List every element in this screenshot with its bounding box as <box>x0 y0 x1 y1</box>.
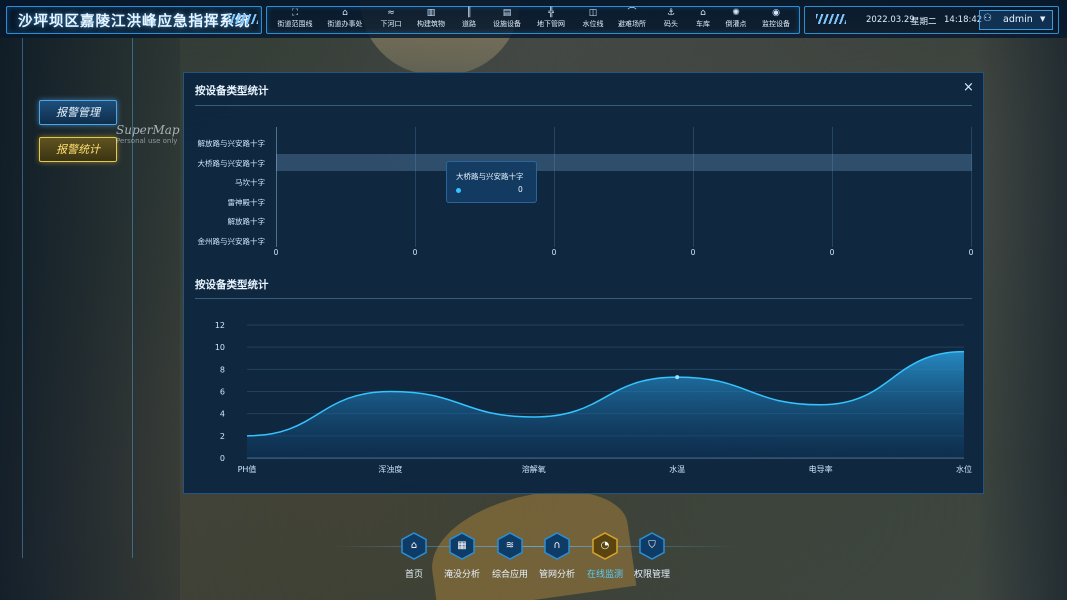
top-nav-label: 街道办事处 <box>327 20 363 28</box>
line-x-tick: 水位 <box>956 464 972 474</box>
map-shade-right <box>977 0 1067 600</box>
bar-x-tick: 0 <box>551 248 557 257</box>
hex-button[interactable]: ≋ <box>496 532 524 560</box>
bar-category-label: 马坎十字 <box>235 178 265 187</box>
pipe-icon: ∩ <box>553 540 561 551</box>
top-nav-item[interactable]: ◉ 监控设备 <box>751 8 801 29</box>
line-x-tick: 水温 <box>669 464 685 474</box>
user-name: admin <box>1003 14 1033 25</box>
bar-x-tick: 0 <box>968 248 974 257</box>
office-icon: ⌂ <box>342 8 348 18</box>
sidebar-item-alarm-statistics[interactable]: 报警统计 <box>39 137 117 162</box>
frame-line-left <box>22 38 23 558</box>
hex-button[interactable]: ⛉ <box>638 532 666 560</box>
line-y-tick: 6 <box>220 388 225 397</box>
bar-x-tick: 0 <box>690 248 696 257</box>
caret-down-icon[interactable]: ▼ <box>1040 15 1045 23</box>
gauge-icon: ◔ <box>600 540 610 551</box>
home-icon: ⌂ <box>410 540 418 551</box>
line-x-tick: 浑浊度 <box>378 464 402 474</box>
tooltip-value: 0 <box>518 185 523 194</box>
section-title: 按设备类型统计 <box>195 279 269 291</box>
tooltip-series-dot <box>456 188 461 193</box>
bar-gridline <box>971 127 972 247</box>
section-divider <box>195 298 972 299</box>
bottom-nav-item[interactable]: ⛉ 权限管理 <box>622 532 682 580</box>
bar-category-label: 解放路与兴安路十字 <box>197 139 266 148</box>
line-y-tick: 2 <box>220 432 225 441</box>
top-nav-label: 设施设备 <box>493 20 521 28</box>
date-display: 2022.03.29 <box>866 15 915 25</box>
line-y-tick: 8 <box>220 365 225 374</box>
line-y-tick: 10 <box>215 343 225 352</box>
user-icon: ⚇ <box>983 13 992 24</box>
panel-title: 按设备类型统计 <box>195 85 269 97</box>
hex-button[interactable]: ⌂ <box>400 532 428 560</box>
line-y-tick: 12 <box>215 321 225 330</box>
line-x-tick: PH值 <box>238 464 257 474</box>
bar-category-label: 解放路十字 <box>227 217 266 226</box>
flood-analysis-icon: ▦ <box>457 540 467 551</box>
line-x-tick: 电导率 <box>809 464 833 474</box>
line-y-tick: 0 <box>220 454 225 463</box>
top-nav-item[interactable]: ⌂ 街道办事处 <box>320 8 370 29</box>
data-point[interactable] <box>675 375 680 380</box>
line-y-tick: 4 <box>220 410 225 419</box>
hex-button[interactable]: ∩ <box>543 532 571 560</box>
bar-category-label: 大桥路与兴安路十字 <box>197 159 266 168</box>
tooltip-title: 大桥路与兴安路十字 <box>456 172 524 181</box>
bar-category-label: 金州路与兴安路十字 <box>197 237 266 246</box>
bar-gridline <box>415 127 416 247</box>
sidebar-item-alarm-management[interactable]: 报警管理 <box>39 100 117 125</box>
layers-icon: ≋ <box>505 540 515 551</box>
app-title: 沙坪坝区嘉陵江洪峰应急指挥系统 <box>18 14 251 30</box>
bar-category-label: 雷神殿十字 <box>227 198 266 207</box>
bar-y-axis <box>276 127 277 247</box>
top-nav-label: 监控设备 <box>762 20 790 28</box>
bar-gridline <box>832 127 833 247</box>
hex-button[interactable]: ▦ <box>448 532 476 560</box>
bar-x-tick: 0 <box>412 248 418 257</box>
panel-divider <box>195 105 972 106</box>
line-chart[interactable]: 0 2 4 6 8 10 12 PH值 浑浊度 溶解氧 水温 电导率 水位 <box>195 312 979 477</box>
top-nav-item[interactable]: ⛶ 街道范围线 <box>270 8 320 29</box>
bar-x-tick: 0 <box>273 248 279 257</box>
top-nav-item[interactable]: ▤ 设施设备 <box>482 8 532 29</box>
line-x-tick: 溶解氧 <box>522 464 546 474</box>
shield-icon: ⛉ <box>648 540 656 551</box>
chart-tooltip <box>446 161 537 203</box>
time-display: 14:18:42 <box>944 15 983 25</box>
bar-x-tick: 0 <box>829 248 835 257</box>
facility-icon: ▤ <box>502 8 512 18</box>
series-area <box>247 351 964 458</box>
close-icon[interactable]: × <box>963 80 974 95</box>
title-decoration <box>228 14 258 24</box>
watermark-brand: SuperMap <box>116 123 180 137</box>
boundary-icon: ⛶ <box>291 8 299 18</box>
watermark-sub: Personal use only <box>116 137 178 145</box>
bar-gridline <box>693 127 694 247</box>
bar-gridline <box>554 127 555 247</box>
weekday-display: 星期二 <box>911 17 937 27</box>
frame-line-inner <box>132 38 133 558</box>
bar-highlight-row <box>276 154 972 171</box>
top-nav-label: 街道范围线 <box>277 20 313 28</box>
map-shade-left <box>0 0 180 600</box>
camera-icon: ◉ <box>772 8 780 18</box>
hex-button[interactable]: ◔ <box>591 532 619 560</box>
bottom-nav-label: 权限管理 <box>633 570 670 580</box>
